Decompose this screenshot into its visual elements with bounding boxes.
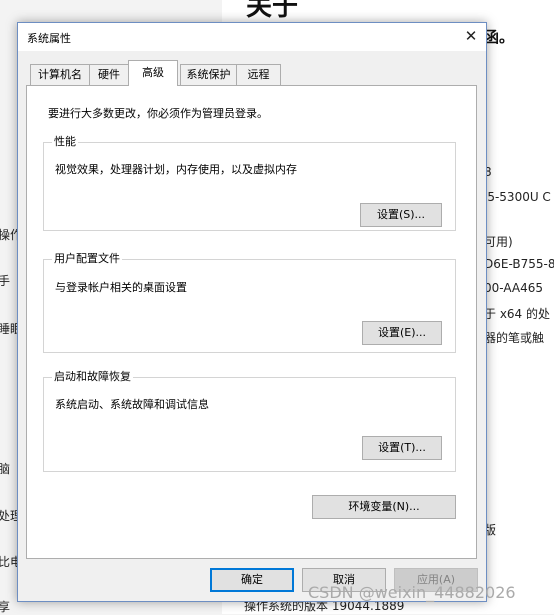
close-icon[interactable]: ✕ <box>456 23 486 51</box>
performance-description: 视觉效果，处理器计划，内存使用，以及虚拟内存 <box>55 163 297 176</box>
user-profiles-settings-button[interactable]: 设置(E)... <box>362 321 442 345</box>
dialog-titlebar[interactable]: 系统属性 ✕ <box>18 23 486 51</box>
background-sidebar-fragment[interactable]: 脑 <box>0 460 10 477</box>
tab-advanced[interactable]: 高级 <box>128 60 178 86</box>
dialog-title: 系统属性 <box>27 32 71 45</box>
watermark: CSDN @weixin_44882026 <box>308 583 516 602</box>
background-info-fragment: 器的笔或触 <box>484 331 545 345</box>
background-info-fragment: 于 x64 的处 <box>484 307 551 321</box>
tab-hardware[interactable]: 硬件 <box>89 64 129 85</box>
ok-button[interactable]: 确定 <box>210 568 294 592</box>
tab-remote[interactable]: 远程 <box>236 64 281 85</box>
performance-settings-button[interactable]: 设置(S)... <box>360 203 442 227</box>
performance-group-title: 性能 <box>52 135 78 149</box>
environment-variables-button[interactable]: 环境变量(N)... <box>312 495 456 519</box>
tab-computer-name[interactable]: 计算机名 <box>30 64 90 85</box>
startup-recovery-description: 系统启动、系统故障和调试信息 <box>55 398 209 411</box>
background-heading: 关于 <box>246 0 299 22</box>
admin-notice: 要进行大多数更改，你必须作为管理员登录。 <box>48 107 268 120</box>
system-properties-dialog: 系统属性 ✕ 计算机名 硬件 高级 系统保护 远程 要进行大多数更改，你必须作为… <box>17 22 487 602</box>
background-subheading: 函。 <box>484 28 515 46</box>
background-info-fragment: D6E-B755-8 <box>484 257 554 271</box>
user-profiles-group: 用户配置文件 与登录帐户相关的桌面设置 设置(E)... <box>43 252 456 353</box>
advanced-tab-panel: 要进行大多数更改，你必须作为管理员登录。 性能 视觉效果，处理器计划，内存使用，… <box>26 85 477 559</box>
background-info-fragment: i5-5300U C <box>484 190 551 204</box>
user-profiles-group-title: 用户配置文件 <box>52 252 122 266</box>
background-sidebar-fragment[interactable]: 享 <box>0 598 10 615</box>
startup-recovery-settings-button[interactable]: 设置(T)... <box>362 436 442 460</box>
startup-recovery-group-title: 启动和故障恢复 <box>52 370 133 384</box>
performance-group: 性能 视觉效果，处理器计划，内存使用，以及虚拟内存 设置(S)... <box>43 135 456 231</box>
background-info-fragment: 00-AA465 <box>484 281 543 295</box>
startup-recovery-group: 启动和故障恢复 系统启动、系统故障和调试信息 设置(T)... <box>43 370 456 472</box>
user-profiles-description: 与登录帐户相关的桌面设置 <box>55 281 187 294</box>
background-info-fragment: 可用) <box>484 235 513 249</box>
tab-system-protection[interactable]: 系统保护 <box>180 64 237 85</box>
background-sidebar-fragment[interactable]: 手 <box>0 272 10 289</box>
